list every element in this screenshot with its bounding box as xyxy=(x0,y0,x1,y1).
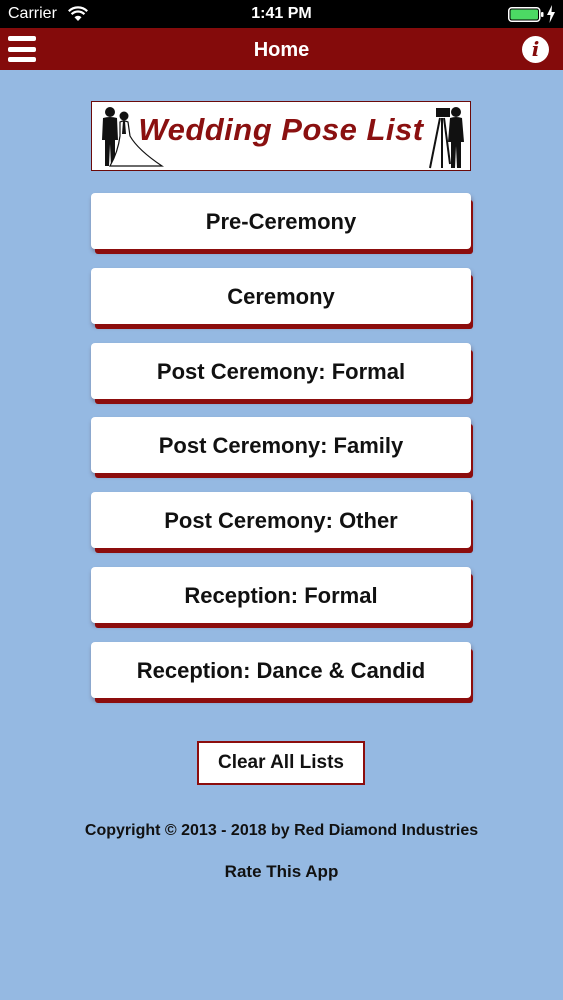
pre-ceremony-button[interactable]: Pre-Ceremony xyxy=(91,193,471,249)
pose-category-list: Pre-Ceremony Ceremony Post Ceremony: For… xyxy=(91,193,473,717)
clear-all-lists-button[interactable]: Clear All Lists xyxy=(197,741,365,785)
menu-item-label: Reception: Formal xyxy=(184,582,378,608)
menu-item-label: Reception: Dance & Candid xyxy=(136,657,426,683)
menu-item-label: Post Ceremony: Other xyxy=(164,508,398,534)
navigation-bar: Home xyxy=(0,28,563,70)
reception-formal-button[interactable]: Reception: Formal xyxy=(91,566,471,623)
copyright-text: Copyright © 2013 - 2018 by Red Diamond I… xyxy=(84,822,479,839)
post-ceremony-formal-button[interactable]: Post Ceremony: Formal xyxy=(91,342,471,399)
menu-item-label: Ceremony xyxy=(227,283,335,309)
page-title: Home xyxy=(253,39,310,61)
menu-item-label: Post Ceremony: Formal xyxy=(156,358,406,384)
info-icon[interactable]: i xyxy=(522,36,549,63)
logo-text: Wedding Pose List xyxy=(138,112,424,147)
status-bar: Carrier 1:41 PM xyxy=(0,0,563,28)
menu-item-label: Pre-Ceremony xyxy=(205,209,357,234)
post-ceremony-other-button[interactable]: Post Ceremony: Other xyxy=(91,492,471,549)
menu-item-label: Post Ceremony: Family xyxy=(158,433,404,459)
photographer-icon xyxy=(429,107,464,169)
battery-icon xyxy=(508,7,544,22)
reception-dance-candid-button[interactable]: Reception: Dance & Candid xyxy=(91,641,471,698)
charging-bolt-icon xyxy=(547,5,555,23)
clock: 1:41 PM xyxy=(251,5,312,22)
app-logo-banner: Wedding Pose List xyxy=(91,101,471,171)
post-ceremony-family-button[interactable]: Post Ceremony: Family xyxy=(91,417,471,474)
rate-app-link[interactable]: Rate This App xyxy=(0,862,563,882)
ceremony-button[interactable]: Ceremony xyxy=(91,267,471,324)
